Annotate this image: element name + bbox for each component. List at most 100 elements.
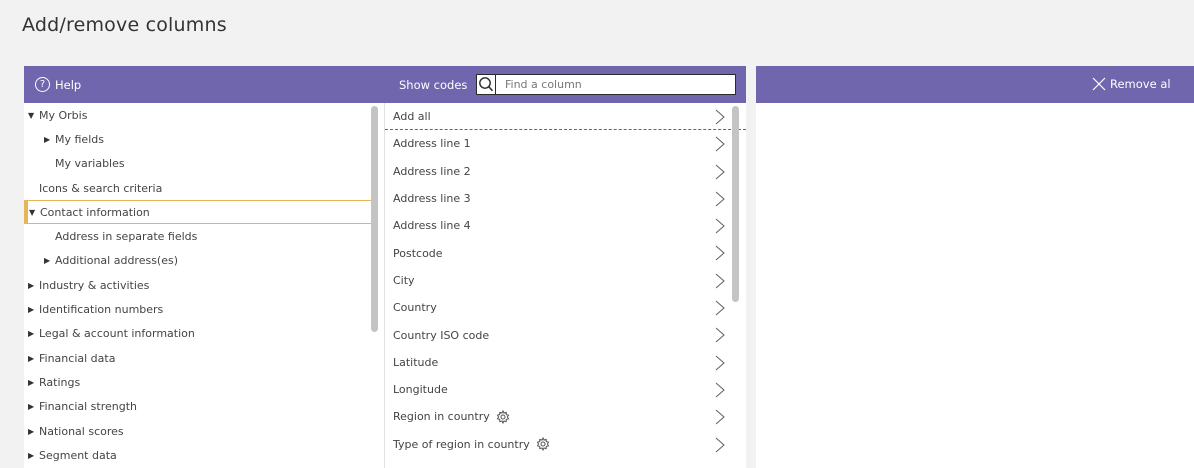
field-item[interactable]: Address line 3 xyxy=(385,185,746,212)
field-item[interactable]: City xyxy=(385,267,746,294)
tree-item-label: Industry & activities xyxy=(39,278,150,292)
find-column-input[interactable] xyxy=(496,74,736,95)
tree-item-label: Segment data xyxy=(39,448,117,462)
gear-icon[interactable] xyxy=(536,437,550,452)
field-item[interactable]: Longitude xyxy=(385,376,746,403)
field-item-label: Region in country xyxy=(393,410,490,424)
field-item-label: Address line 3 xyxy=(393,192,471,206)
chevron-right-icon[interactable] xyxy=(715,409,725,425)
tree-item-label: Address in separate fields xyxy=(55,230,198,244)
chevron-right-icon[interactable] xyxy=(715,109,725,125)
tree-item[interactable]: ▶ Financial data xyxy=(24,346,376,370)
field-item[interactable]: Latitude xyxy=(385,349,746,376)
left-toolbar: ? Help Show codes xyxy=(24,66,746,103)
tree-item[interactable]: Icons & search criteria xyxy=(24,176,376,200)
tree-item-label: Additional address(es) xyxy=(55,254,179,268)
add-all-button[interactable]: Add all xyxy=(385,103,746,131)
field-item-label: Country xyxy=(393,301,437,315)
help-label: Help xyxy=(55,77,82,92)
tree-item-label: Legal & account information xyxy=(39,327,195,341)
chevron-right-icon[interactable] xyxy=(715,218,725,234)
tree-item[interactable]: ▶ Ratings xyxy=(24,370,376,394)
tree-item[interactable]: ▼ My Orbis xyxy=(24,103,376,127)
chevron-right-icon[interactable] xyxy=(715,382,725,398)
field-list: Add all Address line 1 Address line 2 Addre… xyxy=(385,103,746,468)
tree-item[interactable]: ▶ Segment data xyxy=(24,443,376,467)
tree-item[interactable]: ▼ Contact information xyxy=(24,200,376,225)
field-item[interactable]: Address line 1 xyxy=(385,130,746,157)
selected-columns-panel: Remove al xyxy=(756,66,1194,468)
field-item[interactable]: Postcode xyxy=(385,239,746,266)
field-item-label: Address line 1 xyxy=(393,137,471,151)
tree-item[interactable]: Address in separate fields xyxy=(24,224,376,248)
remove-all-label: Remove al xyxy=(1110,77,1171,91)
chevron-right-icon[interactable] xyxy=(715,245,725,261)
field-item[interactable]: Country ISO code xyxy=(385,321,746,348)
field-item-label: Postcode xyxy=(393,246,443,260)
field-item-label: Add all xyxy=(393,109,431,123)
tree-item[interactable]: My variables xyxy=(24,152,376,176)
field-item[interactable]: Region in country xyxy=(385,403,746,430)
tree-item[interactable]: ▶ Industry & activities xyxy=(24,273,376,297)
page-title: Add/remove columns xyxy=(22,14,227,36)
field-item-label: Address line 4 xyxy=(393,219,471,233)
gear-icon[interactable] xyxy=(496,409,510,424)
close-icon xyxy=(1092,77,1106,91)
caret-down-icon: ▼ xyxy=(29,207,36,217)
tree-scrollbar[interactable] xyxy=(371,106,378,332)
chevron-right-icon[interactable] xyxy=(715,164,725,180)
show-codes-button[interactable]: Show codes xyxy=(399,78,467,92)
chevron-right-icon[interactable] xyxy=(715,191,725,207)
field-item-label: Address line 2 xyxy=(393,164,471,178)
tree-item-label: Financial data xyxy=(39,351,116,365)
tree-item-label: My variables xyxy=(55,157,125,171)
tree-item-label: Icons & search criteria xyxy=(39,181,163,195)
category-tree: ▼ My Orbis ▶ My fields My variables Icons & s… xyxy=(24,103,376,468)
caret-right-icon: ▶ xyxy=(28,377,35,387)
caret-right-icon: ▶ xyxy=(44,134,51,144)
field-item-label: City xyxy=(393,273,415,287)
field-item-label: Longitude xyxy=(393,383,448,397)
tree-item-label: My fields xyxy=(55,132,104,146)
field-item[interactable]: Address line 4 xyxy=(385,212,746,239)
field-item[interactable]: Address line 2 xyxy=(385,158,746,185)
tree-item-label: Financial strength xyxy=(39,400,137,414)
caret-right-icon: ▶ xyxy=(28,280,35,290)
tree-item[interactable]: ▶ Financial strength xyxy=(24,395,376,419)
field-item-label: Latitude xyxy=(393,355,439,369)
tree-item-label: Identification numbers xyxy=(39,303,164,317)
tree-item[interactable]: ▶ National scores xyxy=(24,419,376,443)
caret-right-icon: ▶ xyxy=(28,426,35,436)
caret-right-icon: ▶ xyxy=(28,353,35,363)
tree-item-label: National scores xyxy=(39,424,124,438)
chevron-right-icon[interactable] xyxy=(715,327,725,343)
caret-right-icon: ▶ xyxy=(28,450,35,460)
field-item[interactable]: Type of region in country xyxy=(385,431,746,458)
chevron-right-icon[interactable] xyxy=(715,355,725,371)
chevron-right-icon[interactable] xyxy=(715,273,725,289)
help-button[interactable]: ? Help xyxy=(35,77,81,92)
tree-item[interactable]: ▶ Additional address(es) xyxy=(24,249,376,273)
field-item-label: Type of region in country xyxy=(393,437,530,451)
right-toolbar: Remove al xyxy=(756,66,1194,103)
field-item[interactable]: Country xyxy=(385,294,746,321)
tree-item[interactable]: ▶ Identification numbers xyxy=(24,297,376,321)
search-icon[interactable] xyxy=(476,74,496,95)
caret-right-icon: ▶ xyxy=(44,256,51,266)
field-item-label: Country ISO code xyxy=(393,328,490,342)
chevron-right-icon[interactable] xyxy=(715,136,725,152)
chevron-right-icon[interactable] xyxy=(715,437,725,453)
tree-item-label: Ratings xyxy=(39,375,81,389)
caret-right-icon: ▶ xyxy=(28,329,35,339)
chevron-right-icon[interactable] xyxy=(715,300,725,316)
available-columns-panel: ? Help Show codes ▼ My Orbis ▶ My fields My … xyxy=(24,66,746,468)
field-list-scrollbar[interactable] xyxy=(732,106,739,302)
caret-right-icon: ▶ xyxy=(28,305,35,315)
tree-item[interactable]: ▶ My fields xyxy=(24,127,376,151)
caret-right-icon: ▶ xyxy=(28,402,35,412)
tree-item-label: My Orbis xyxy=(39,108,88,122)
caret-down-icon: ▼ xyxy=(28,110,35,120)
tree-item[interactable]: ▶ Legal & account information xyxy=(24,322,376,346)
remove-all-button[interactable]: Remove al xyxy=(1092,77,1171,91)
tree-item-label: Contact information xyxy=(40,205,150,219)
